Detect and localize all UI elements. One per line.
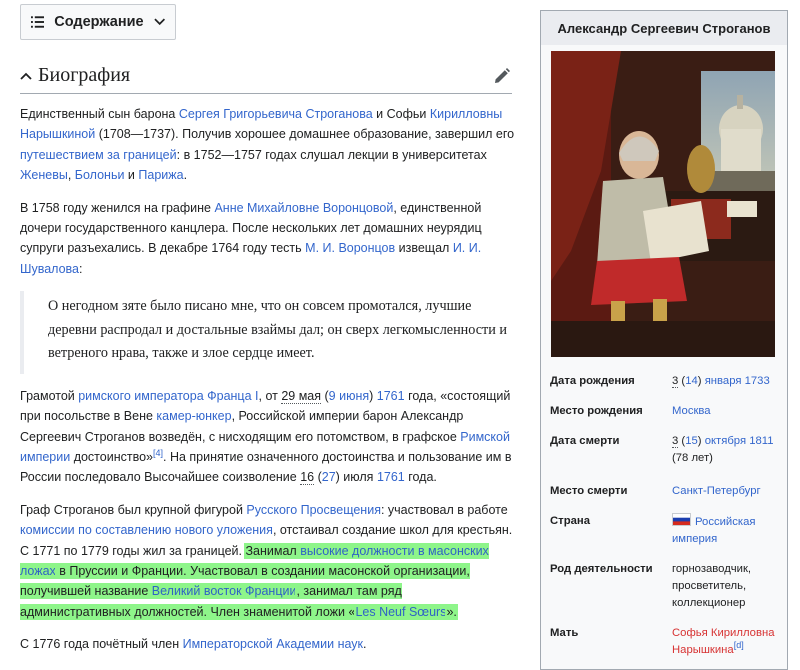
- infobox-title: Александр Сергеевич Строганов: [541, 11, 787, 45]
- occupation-item: горнозаводчик,: [672, 563, 752, 575]
- link-1761[interactable]: 1761: [377, 389, 405, 403]
- text: : в 1752—1757 годах слушал лекции в унив…: [176, 147, 487, 162]
- list-icon: [31, 16, 45, 28]
- section-heading: Биография: [20, 58, 512, 94]
- infobox-row-country: Страна Российская империя: [541, 507, 787, 555]
- paragraph-2: В 1758 году женился на графине Анне Миха…: [20, 198, 516, 280]
- link-1761-b[interactable]: 1761: [377, 470, 405, 484]
- toc-button[interactable]: Содержание: [20, 4, 176, 40]
- old-style-date: 16: [300, 470, 315, 486]
- text: , от: [258, 388, 282, 403]
- paragraph-4: Граф Строганов был крупной фигурой Русск…: [20, 500, 516, 622]
- link-anna-vorontsova[interactable]: Анне Михайловне Воронцовой: [214, 201, 393, 215]
- infobox-row-deathplace: Место смерти Санкт-Петербург: [541, 477, 787, 507]
- link-geneva[interactable]: Женевы: [20, 168, 68, 182]
- death-age: (78 лет): [672, 452, 713, 464]
- text: В 1758 году женился на графине: [20, 200, 215, 215]
- infobox-row-death: Дата смерти 3 (15) октября 1811 (78 лет): [541, 427, 787, 477]
- text: .: [363, 637, 367, 652]
- link-legislative-commission[interactable]: комиссии по составлению нового уложения: [20, 523, 273, 537]
- link-grand-orient[interactable]: Великий восток Франции: [151, 584, 297, 599]
- infobox-row-birth: Дата рождения 3 (14) января 1733: [541, 367, 787, 397]
- paragraph-3: Грамотой римского императора Франца I, о…: [20, 386, 516, 488]
- occupation-item: просветитель,: [672, 580, 747, 592]
- blockquote: О негодном зяте было писано мне, что он …: [20, 291, 516, 374]
- highlighted-text: ».: [446, 604, 457, 619]
- infobox-row-birthplace: Место рождения Москва: [541, 397, 787, 427]
- text: достоинство»: [70, 449, 153, 464]
- footnote-4[interactable]: [4]: [153, 448, 163, 458]
- edit-pencil-icon[interactable]: [494, 67, 510, 84]
- old-style-date: 29 мая: [281, 388, 322, 404]
- row-label: Дата смерти: [550, 435, 620, 447]
- occupation-item: коллекционер: [672, 597, 746, 609]
- paragraph-5: С 1776 года почётный член Императорской …: [20, 634, 516, 654]
- link-mother[interactable]: Софья Кирилловна Нарышкина: [672, 627, 774, 656]
- text: (: [321, 388, 329, 403]
- text: и: [124, 168, 139, 183]
- text: Единственный сын барона: [20, 107, 179, 121]
- text: ): [697, 375, 705, 387]
- text: и Софьи: [372, 107, 430, 121]
- portrait-image[interactable]: [551, 51, 775, 357]
- text: ): [697, 435, 705, 447]
- link-travel-abroad[interactable]: путешествием за границей: [20, 148, 177, 162]
- link-russian-enlightenment[interactable]: Русского Просвещения: [246, 503, 381, 517]
- link-sergey-stroganov[interactable]: Сергея Григорьевича Строганова: [179, 107, 373, 121]
- link-franz-i[interactable]: римского императора Франца I: [78, 389, 258, 403]
- article-body: Единственный сын барона Сергея Григорьев…: [20, 104, 516, 667]
- link-death-date[interactable]: октября 1811: [705, 435, 774, 447]
- text: года.: [404, 470, 437, 485]
- link-les-neuf-soeurs[interactable]: Les Neuf Sœurs: [355, 604, 447, 619]
- link-moscow[interactable]: Москва: [672, 405, 711, 417]
- wikidata-link[interactable]: [d]: [734, 640, 744, 650]
- toc-label: Содержание: [54, 14, 144, 30]
- link-bologna[interactable]: Болоньи: [75, 168, 125, 182]
- text: : участвовал в работе: [380, 502, 508, 517]
- link-m-vorontsov[interactable]: М. И. Воронцов: [305, 241, 395, 255]
- link-academy-of-sciences[interactable]: Императорской Академии наук: [183, 637, 363, 651]
- infobox-row-occupation: Род деятельности горнозаводчик, просвети…: [541, 555, 787, 619]
- text: ,: [67, 168, 75, 183]
- text: С 1776 года почётный член: [20, 637, 183, 652]
- row-label: Место смерти: [550, 485, 628, 497]
- russian-flag-icon: [672, 513, 691, 526]
- section-title: Биография: [38, 64, 131, 86]
- link-birth-day[interactable]: 14: [685, 375, 698, 387]
- row-label: Дата рождения: [550, 375, 635, 387]
- infobox-row-mother: Мать Софья Кирилловна Нарышкина[d]: [541, 619, 787, 667]
- text: извещал: [395, 241, 453, 256]
- link-kammerjunker[interactable]: камер-юнкер: [156, 409, 231, 423]
- link-saint-petersburg[interactable]: Санкт-Петербург: [672, 485, 761, 497]
- text: ) июля: [335, 470, 377, 485]
- link-27[interactable]: 27: [322, 470, 336, 484]
- text: ): [369, 388, 377, 403]
- infobox-rows: Дата рождения 3 (14) января 1733 Место р…: [541, 367, 787, 667]
- text: Граф Строганов был крупной фигурой: [20, 502, 247, 517]
- text: .: [183, 168, 188, 183]
- text: :: [79, 261, 83, 276]
- row-label: Страна: [550, 515, 590, 527]
- text: (: [314, 470, 322, 485]
- link-9-june[interactable]: 9 июня: [329, 389, 369, 403]
- link-birth-date[interactable]: января 1733: [705, 375, 770, 387]
- link-paris[interactable]: Парижа: [138, 168, 183, 182]
- paragraph-1: Единственный сын барона Сергея Григорьев…: [20, 104, 516, 186]
- row-label: Место рождения: [550, 405, 643, 417]
- link-death-day[interactable]: 15: [685, 435, 698, 447]
- chevron-down-icon: [153, 18, 165, 26]
- highlighted-text: Занимал: [245, 543, 301, 558]
- text: (1708—1737). Получив хорошее домашнее об…: [95, 127, 515, 142]
- collapse-caret-icon[interactable]: [20, 72, 38, 80]
- row-label: Род деятельности: [550, 563, 653, 575]
- text: Грамотой: [20, 388, 79, 403]
- infobox: Александр Сергеевич Строганов Дата рожде…: [540, 10, 788, 670]
